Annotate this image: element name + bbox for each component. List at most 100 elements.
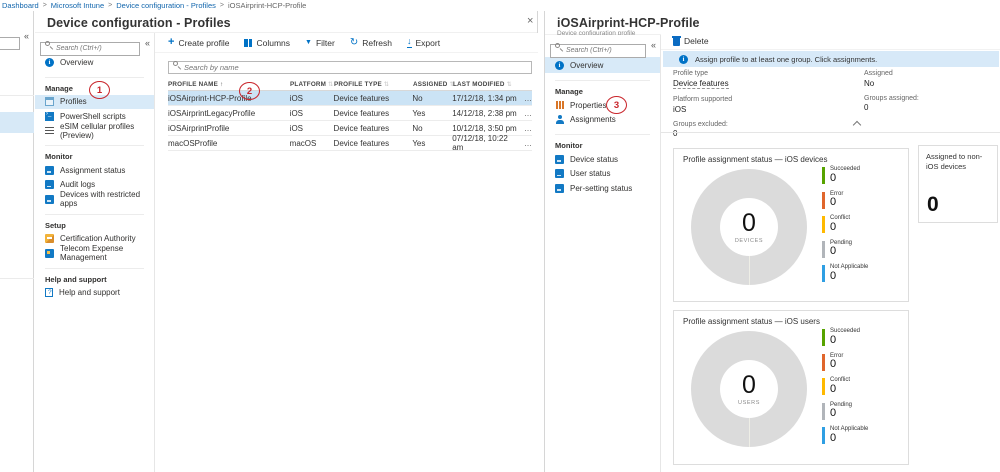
users-count-label: USERS [738, 400, 760, 406]
table-header-row: PROFILE NAME↑ PLATFORM⇅ PROFILE TYPE⇅ AS… [168, 78, 532, 91]
sidebar-item-device-status[interactable]: Device status [545, 152, 660, 167]
columns-button[interactable]: Columns [244, 38, 290, 48]
filter-button[interactable]: ▼ Filter [305, 38, 335, 48]
sidebar-item-esim-cellular-profiles[interactable]: eSIM cellular profiles (Preview) [35, 124, 154, 139]
sidebar-item-help-and-support[interactable]: Help and support [35, 286, 154, 301]
column-header-platform[interactable]: PLATFORM⇅ [290, 81, 334, 88]
sidebar-item-user-status[interactable]: User status [545, 167, 660, 182]
column-header-profile-type[interactable]: PROFILE TYPE⇅ [334, 81, 413, 88]
legend-color-bar [822, 216, 825, 233]
info-icon: i [555, 61, 564, 70]
help-icon [45, 288, 53, 297]
users-assignment-status-card[interactable]: Profile assignment status — iOS users 0 … [673, 310, 909, 465]
people-icon [555, 115, 564, 124]
cell-profile-name: iOSAirprint-HCP-Profile [168, 94, 290, 103]
cell-profile-type: Device features [334, 124, 413, 133]
sidebar-item-label: Help and support [59, 288, 120, 297]
table-search [168, 57, 532, 70]
sidebar-item-label: Profiles [60, 97, 87, 106]
cell-platform: macOS [290, 139, 334, 148]
non-ios-devices-card[interactable]: Assigned to non-iOS devices 0 [918, 145, 998, 223]
profile-blade-header: iOSAirprint-HCP-Profile Device configura… [545, 11, 1000, 35]
row-context-menu-button[interactable]: … [518, 124, 532, 133]
sidebar-item-overview[interactable]: i Overview [545, 57, 660, 73]
column-header-last-modified[interactable]: LAST MODIFIED⇅ [453, 81, 519, 88]
column-header-assigned[interactable]: ASSIGNED⇅ [413, 81, 453, 88]
breadcrumb-device-configuration[interactable]: Device configuration - Profiles [116, 1, 216, 10]
cell-last-modified: 10/12/18, 3:50 pm [452, 124, 518, 133]
sidebar-section-help-and-support: Help and support [45, 268, 144, 284]
refresh-label: Refresh [362, 38, 392, 48]
legend-item-pending: Pending0 [822, 240, 868, 265]
legend-item-pending: Pending0 [822, 402, 868, 427]
create-profile-button[interactable]: + Create profile [168, 37, 229, 48]
sidebar-item-label: Certification Authority [60, 234, 136, 243]
search-by-name-input[interactable] [168, 61, 532, 74]
column-header-profile-name[interactable]: PROFILE NAME↑ [168, 81, 290, 88]
cell-platform: iOS [290, 109, 334, 118]
sidebar-item-overview[interactable]: i Overview [35, 55, 154, 70]
breadcrumb-dashboard[interactable]: Dashboard [2, 1, 39, 10]
sidebar-search [40, 37, 140, 51]
cell-profile-type: Device features [334, 109, 413, 118]
breadcrumb-microsoft-intune[interactable]: Microsoft Intune [51, 1, 104, 10]
status-doc-icon [45, 166, 54, 175]
breadcrumb-separator: > [220, 2, 224, 9]
sort-asc-icon: ↑ [220, 82, 223, 88]
collapse-blade-icon[interactable]: « [24, 31, 29, 41]
card-title: Assigned to non-iOS devices [926, 152, 992, 172]
sidebar-search-input[interactable] [550, 44, 646, 58]
devices-assignment-status-card[interactable]: Profile assignment status — iOS devices … [673, 148, 909, 302]
sidebar-item-assignment-status[interactable]: Assignment status [35, 163, 154, 178]
groups-excluded-label: Groups excluded: [673, 121, 732, 128]
cell-last-modified: 17/12/18, 1:34 pm [452, 94, 518, 103]
cell-assigned: Yes [412, 139, 452, 148]
devices-legend: Succeeded0 Error0 Conflict0 Pending0 [822, 166, 868, 289]
collapsed-blade: « [0, 11, 34, 472]
row-context-menu-button[interactable]: … [518, 94, 532, 103]
users-legend: Succeeded0 Error0 Conflict0 Pending0 [822, 328, 868, 451]
close-blade-icon[interactable]: × [527, 15, 533, 27]
sidebar-search-input[interactable] [40, 42, 140, 56]
legend-color-bar [822, 378, 825, 395]
cell-assigned: No [412, 124, 452, 133]
annotation-step-2: 2 [239, 82, 260, 100]
selected-item-highlight[interactable] [0, 112, 34, 133]
devices-count-label: DEVICES [735, 238, 763, 244]
collapse-sidebar-icon[interactable]: « [651, 41, 656, 50]
sidebar-item-properties[interactable]: Properties [545, 98, 660, 113]
profiles-toolbar: + Create profile Columns ▼ Filter ↻ Refr… [155, 33, 538, 53]
platform-supported-label: Platform supported [673, 96, 732, 103]
powershell-icon [45, 112, 54, 121]
sidebar-item-label: Per-setting status [570, 184, 632, 193]
collapse-sidebar-icon[interactable]: « [145, 39, 150, 48]
sidebar-section-monitor: Monitor [45, 145, 144, 161]
table-row-ios-airprint-legacy-profile[interactable]: iOSAirprintLegacyProfile iOS Device feat… [168, 106, 532, 121]
export-button[interactable]: ↓ Export [407, 37, 440, 48]
partial-search-input[interactable] [0, 37, 20, 50]
delete-button[interactable]: Delete [673, 36, 709, 46]
essentials-left-column: Profile type Device features Platform su… [673, 70, 732, 145]
row-context-menu-button[interactable]: … [518, 109, 532, 118]
table-row-ios-airprint-hcp-profile[interactable]: iOSAirprint-HCP-Profile iOS Device featu… [168, 91, 532, 106]
profile-type-label: Profile type [673, 70, 732, 77]
per-setting-status-icon [555, 184, 564, 193]
sidebar-item-telecom-expense-management[interactable]: Telecom Expense Management [35, 246, 154, 261]
sidebar-item-assignments[interactable]: Assignments [545, 113, 660, 128]
legend-item-not-applicable: Not Applicable0 [822, 264, 868, 289]
esim-list-icon [45, 127, 54, 135]
refresh-button[interactable]: ↻ Refresh [350, 38, 392, 48]
sidebar-item-per-setting-status[interactable]: Per-setting status [545, 181, 660, 196]
groups-assigned-label: Groups assigned: [864, 95, 919, 102]
table-row-macos-profile[interactable]: macOSProfile macOS Device features Yes 0… [168, 136, 532, 151]
divider [0, 278, 34, 279]
sidebar-item-label: Assignments [570, 115, 616, 124]
sidebar-item-devices-with-restricted-apps[interactable]: Devices with restricted apps [35, 192, 154, 207]
divider [0, 95, 34, 96]
assigned-label: Assigned [864, 70, 919, 77]
cell-profile-name: macOSProfile [168, 139, 290, 148]
row-context-menu-button[interactable]: … [518, 139, 532, 148]
collapse-essentials-chevron-icon[interactable] [854, 120, 860, 126]
cell-assigned: Yes [412, 109, 452, 118]
legend-color-bar [822, 427, 825, 444]
